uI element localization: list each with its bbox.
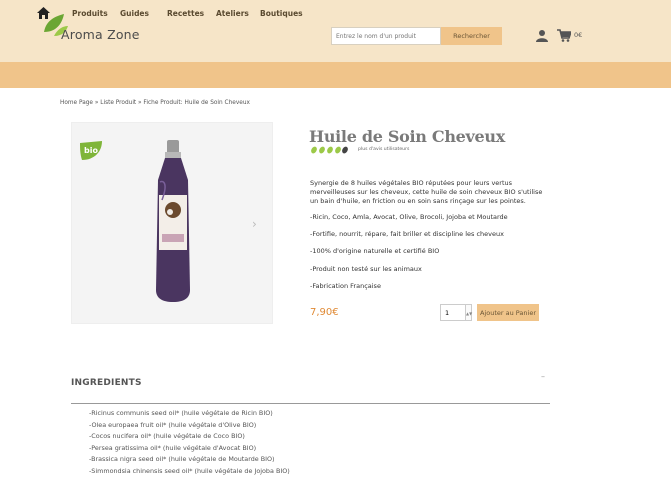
ingredient-item: -Olea europaea fruit oil* (huile végétal…: [89, 421, 257, 429]
product-bullet: -100% d'origine naturelle et certifié BI…: [310, 247, 440, 255]
nav-item-recettes[interactable]: Recettes: [167, 9, 204, 18]
product-title: Huile de Soin Cheveux: [309, 127, 505, 146]
ingredient-item: -Simmondsia chinensis seed oil* (huile v…: [89, 467, 290, 475]
ingredient-item: -Ricinus communis seed oil* (huile végét…: [89, 409, 273, 417]
nav-item-guides[interactable]: Guides: [120, 9, 149, 18]
rating-leaves-icon[interactable]: [310, 146, 350, 154]
quantity-stepper-icon[interactable]: ▲▼: [466, 304, 472, 321]
rating-text[interactable]: plus d'avis utilisateurs: [358, 147, 409, 152]
ingredient-item: -Persea gratissima oil* (huile végétale …: [89, 444, 257, 452]
user-account-icon[interactable]: [536, 29, 548, 42]
product-bullet: -Fabrication Française: [310, 282, 381, 290]
ingredient-item: -Brassica nigra seed oil* (huile végétal…: [89, 455, 275, 463]
product-bottle-image: [156, 140, 190, 302]
bio-badge: bio: [80, 141, 102, 160]
divider: [71, 403, 550, 404]
product-bullet: -Fortifie, nourrit, répare, fait briller…: [310, 230, 504, 238]
nav-item-boutiques[interactable]: Boutiques: [260, 9, 303, 18]
product-price: 7,90€: [310, 307, 339, 318]
ingredients-heading[interactable]: INGREDIENTS: [71, 378, 142, 388]
add-to-cart-button[interactable]: Ajouter au Panier: [477, 304, 539, 321]
logo-text[interactable]: Aroma Zone: [61, 27, 140, 42]
cart-icon[interactable]: [557, 29, 571, 42]
quantity-input[interactable]: [440, 304, 466, 321]
search-button[interactable]: Rechercher: [441, 27, 502, 45]
breadcrumb[interactable]: Home Page » Liste Produit » Fiche Produi…: [60, 100, 250, 106]
product-description: Synergie de 8 huiles végétales BIO réput…: [310, 179, 543, 205]
home-icon[interactable]: [37, 7, 50, 19]
image-next-arrow-icon[interactable]: ›: [252, 217, 257, 231]
ingredient-item: -Cocos nucifera oil* (huile végétale de …: [89, 432, 245, 440]
product-bullet: -Produit non testé sur les animaux: [310, 265, 422, 273]
cart-total[interactable]: 0€: [574, 31, 582, 39]
nav-item-produits[interactable]: Produits: [72, 9, 108, 18]
main-nav: [0, 62, 671, 88]
collapse-toggle-icon[interactable]: –: [541, 372, 545, 381]
search-input[interactable]: [331, 27, 441, 45]
product-bullet: -Ricin, Coco, Amla, Avocat, Olive, Broco…: [310, 213, 508, 221]
nav-item-ateliers[interactable]: Ateliers: [216, 9, 249, 18]
svg-text:bio: bio: [84, 146, 98, 155]
